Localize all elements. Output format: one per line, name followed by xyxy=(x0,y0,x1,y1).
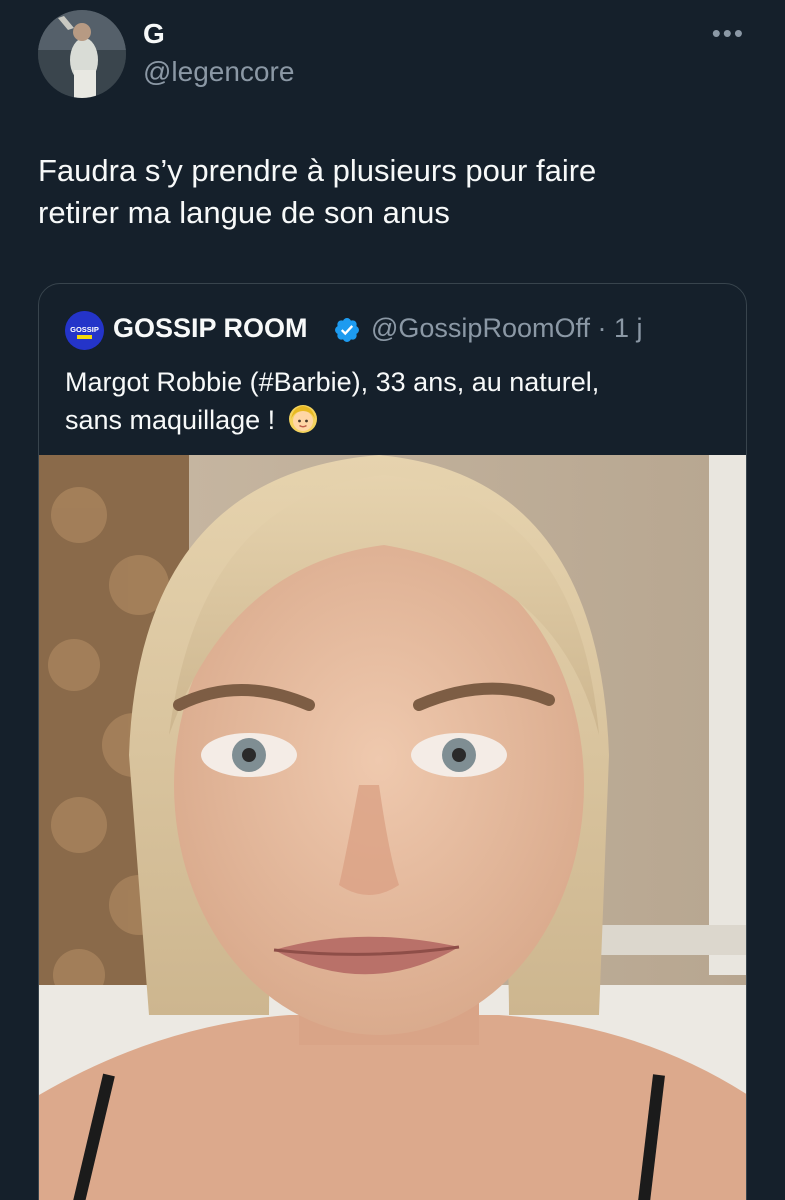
more-options-icon[interactable]: ••• xyxy=(712,18,745,49)
gossip-room-logo: GOSSIP xyxy=(65,311,104,350)
quoted-avatar-text: GOSSIP xyxy=(70,325,99,334)
quoted-text-line: sans maquillage ! xyxy=(65,401,725,439)
quoted-photo[interactable] xyxy=(39,455,747,1200)
author-display-name[interactable]: G xyxy=(143,18,165,50)
quoted-tweet-card[interactable]: GOSSIP GOSSIP ROOM @GossipRoomOff · 1 j … xyxy=(38,283,747,1200)
author-handle[interactable]: @legencore xyxy=(143,56,294,88)
verified-badge-icon xyxy=(335,318,359,342)
author-avatar[interactable] xyxy=(38,10,126,98)
tweet-text-line: Faudra s’y prendre à plusieurs pour fair… xyxy=(38,153,597,188)
quoted-author-avatar[interactable]: GOSSIP xyxy=(65,311,104,350)
quoted-text: Margot Robbie (#Barbie), 33 ans, au natu… xyxy=(65,363,725,439)
tweet-text-line: retirer ma langue de son anus xyxy=(38,195,450,230)
tweet-text: Faudra s’y prendre à plusieurs pour fair… xyxy=(38,150,758,234)
quoted-display-name[interactable]: GOSSIP ROOM xyxy=(113,313,308,344)
quoted-text-line-content: sans maquillage ! xyxy=(65,405,276,435)
quoted-handle-time[interactable]: @GossipRoomOff · 1 j xyxy=(371,313,643,344)
woman-blond-hair-emoji xyxy=(288,405,317,433)
tweet: G @legencore ••• Faudra s’y prendre à pl… xyxy=(0,0,785,1200)
quoted-text-line: Margot Robbie (#Barbie), 33 ans, au natu… xyxy=(65,367,600,397)
